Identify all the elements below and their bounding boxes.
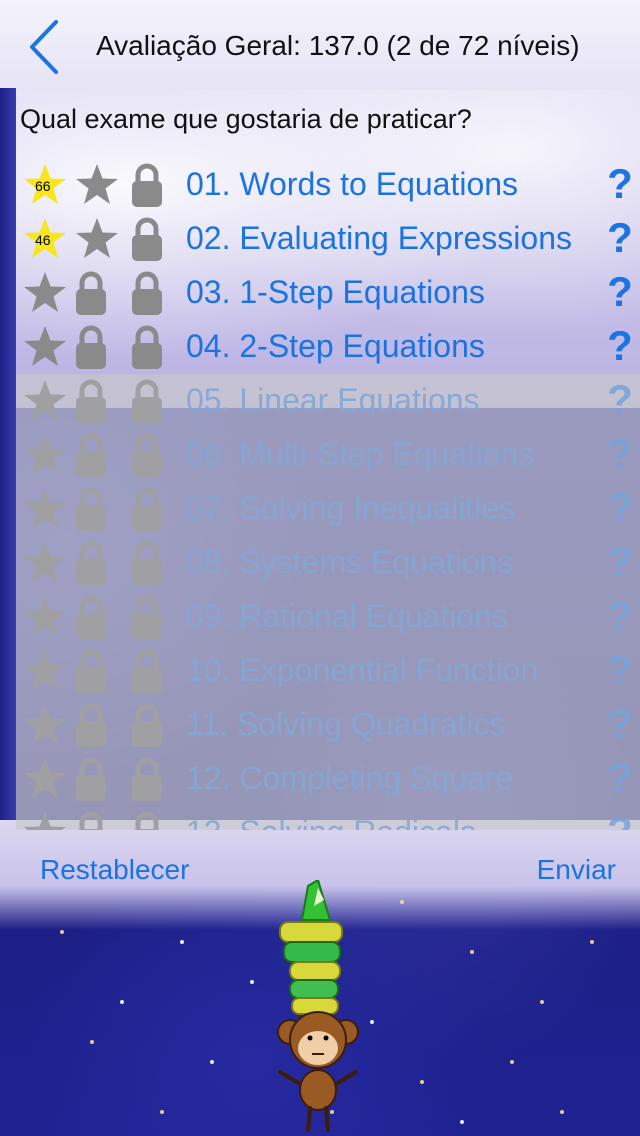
exam-status-icons bbox=[22, 324, 172, 370]
page-title: Avaliação Geral: 137.0 (2 de 72 níveis) bbox=[96, 30, 580, 61]
exam-status-icons bbox=[22, 432, 172, 478]
star-icon bbox=[22, 702, 68, 748]
exam-status-icons: 66 bbox=[22, 162, 172, 208]
exam-label[interactable]: 03. 1-Step Equations bbox=[186, 274, 485, 311]
sparkle bbox=[210, 1060, 214, 1064]
exam-label[interactable]: 09. Rational Equations bbox=[186, 598, 508, 635]
exam-label[interactable]: 13. Solving Radicals bbox=[186, 814, 476, 830]
sparkle bbox=[560, 1110, 564, 1114]
exam-status-icons bbox=[22, 378, 172, 424]
sparkle bbox=[590, 940, 594, 944]
exam-label[interactable]: 04. 2-Step Equations bbox=[186, 328, 485, 365]
star-icon bbox=[22, 432, 68, 478]
exam-status-icons bbox=[22, 540, 172, 586]
chevron-left-icon bbox=[30, 20, 58, 74]
exam-status-icons bbox=[22, 648, 172, 694]
exam-row[interactable]: 03. 1-Step Equations? bbox=[16, 266, 640, 320]
exam-row[interactable]: 04. 2-Step Equations? bbox=[16, 320, 640, 374]
exam-row[interactable]: 05. Linear Equations? bbox=[16, 374, 640, 428]
exam-status-icons bbox=[22, 702, 172, 748]
star-icon bbox=[22, 756, 68, 802]
help-button[interactable]: ? bbox=[600, 808, 640, 830]
sparkle bbox=[460, 1120, 464, 1124]
sparkle bbox=[250, 980, 254, 984]
exam-label[interactable]: 02. Evaluating Expressions bbox=[186, 220, 572, 257]
exam-label[interactable]: 06. Multi-Step Equations bbox=[186, 436, 535, 473]
help-button[interactable]: ? bbox=[600, 484, 640, 532]
sparkle bbox=[90, 1040, 94, 1044]
send-button[interactable]: Enviar bbox=[537, 854, 616, 886]
star-icon bbox=[22, 594, 68, 640]
exam-status-icons bbox=[22, 594, 172, 640]
exam-row[interactable]: 09. Rational Equations? bbox=[16, 590, 640, 644]
exam-label[interactable]: 05. Linear Equations bbox=[186, 382, 480, 419]
sparkle bbox=[180, 940, 184, 944]
exam-status-icons bbox=[22, 486, 172, 532]
exam-row[interactable]: 06. Multi-Step Equations? bbox=[16, 428, 640, 482]
exam-status-icons bbox=[22, 270, 172, 316]
star-icon bbox=[22, 810, 68, 830]
exam-row[interactable]: 12. Completing Square? bbox=[16, 752, 640, 806]
monkey-character bbox=[277, 1011, 359, 1132]
help-button[interactable]: ? bbox=[600, 268, 640, 316]
sparkle bbox=[400, 900, 404, 904]
navigation-bar: Avaliação Geral: 137.0 (2 de 72 níveis) bbox=[0, 0, 640, 94]
exam-list[interactable]: 66 01. Words to Equations? 46 02. Evaluat… bbox=[16, 158, 640, 830]
star-icon bbox=[22, 486, 68, 532]
score-badge: 46 bbox=[35, 232, 51, 248]
star-icon bbox=[22, 540, 68, 586]
help-button[interactable]: ? bbox=[600, 322, 640, 370]
help-button[interactable]: ? bbox=[600, 646, 640, 694]
help-button[interactable]: ? bbox=[600, 754, 640, 802]
star-icon bbox=[22, 648, 68, 694]
question-prompt: Qual exame que gostaria de praticar? bbox=[20, 104, 472, 134]
help-button[interactable]: ? bbox=[600, 376, 640, 424]
sparkle bbox=[470, 950, 474, 954]
exam-label[interactable]: 07. Solving Inequalities bbox=[186, 490, 515, 527]
help-button[interactable]: ? bbox=[600, 160, 640, 208]
sparkle bbox=[160, 1110, 164, 1114]
exam-label[interactable]: 12. Completing Square bbox=[186, 760, 513, 797]
exam-label[interactable]: 10. Exponential Function bbox=[186, 652, 538, 689]
exam-row[interactable]: 46 02. Evaluating Expressions? bbox=[16, 212, 640, 266]
exam-status-icons bbox=[22, 810, 172, 830]
exam-row[interactable]: 13. Solving Radicals? bbox=[16, 806, 640, 830]
exam-row[interactable]: 66 01. Words to Equations? bbox=[16, 158, 640, 212]
star-icon bbox=[22, 378, 68, 424]
exam-row[interactable]: 07. Solving Inequalities? bbox=[16, 482, 640, 536]
exam-status-icons bbox=[22, 756, 172, 802]
sparkle bbox=[540, 1000, 544, 1004]
help-button[interactable]: ? bbox=[600, 214, 640, 262]
sparkle bbox=[120, 1000, 124, 1004]
help-button[interactable]: ? bbox=[600, 592, 640, 640]
sparkle bbox=[60, 930, 64, 934]
exam-row[interactable]: 11. Solving Quadratics? bbox=[16, 698, 640, 752]
exam-label[interactable]: 01. Words to Equations bbox=[186, 166, 518, 203]
sparkle bbox=[510, 1060, 514, 1064]
help-button[interactable]: ? bbox=[600, 700, 640, 748]
left-edge-decoration bbox=[0, 88, 16, 848]
reset-button[interactable]: Restablecer bbox=[40, 854, 189, 886]
exam-status-icons: 46 bbox=[22, 216, 172, 262]
exam-row[interactable]: 08. Systems Equations? bbox=[16, 536, 640, 590]
back-button[interactable] bbox=[24, 18, 68, 76]
help-button[interactable]: ? bbox=[600, 430, 640, 478]
sparkle bbox=[420, 1080, 424, 1084]
exam-label[interactable]: 11. Solving Quadratics bbox=[186, 706, 506, 743]
star-icon bbox=[22, 270, 68, 316]
help-button[interactable]: ? bbox=[600, 538, 640, 586]
exam-label[interactable]: 08. Systems Equations bbox=[186, 544, 513, 581]
score-badge: 66 bbox=[35, 178, 51, 194]
star-icon bbox=[22, 324, 68, 370]
exam-row[interactable]: 10. Exponential Function? bbox=[16, 644, 640, 698]
